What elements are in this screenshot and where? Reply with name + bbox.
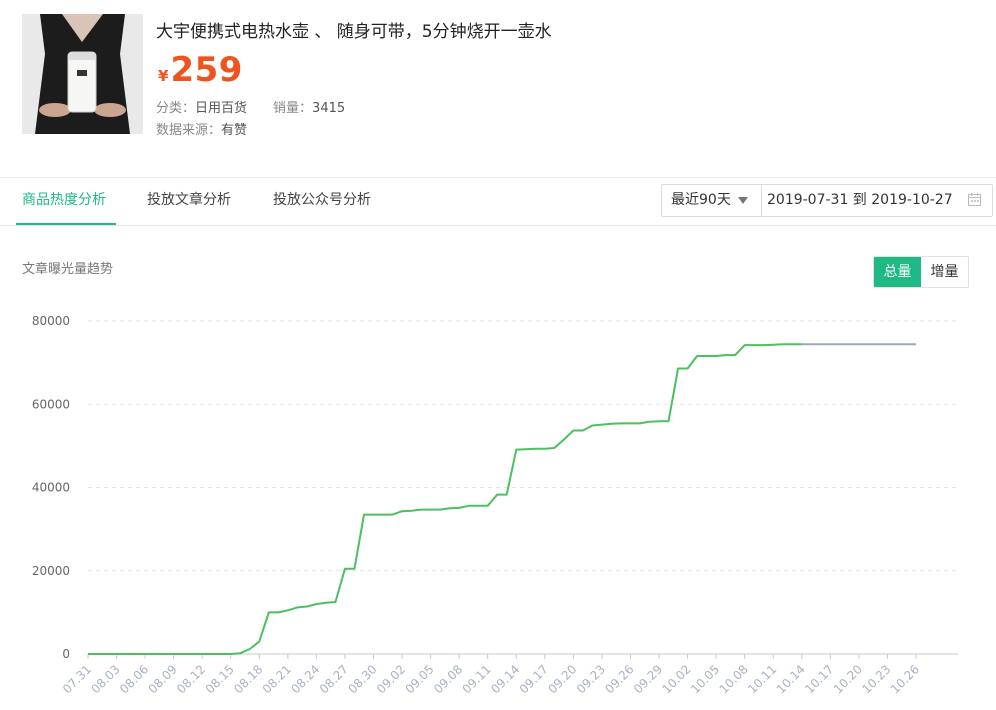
x-tick-label: 09.02 bbox=[374, 662, 408, 696]
calendar-icon[interactable] bbox=[968, 193, 981, 206]
currency-symbol: ¥ bbox=[158, 67, 169, 85]
tab-account-analysis[interactable]: 投放公众号分析 bbox=[273, 178, 371, 224]
source-value: 有赞 bbox=[221, 123, 248, 138]
x-tick-label: 08.09 bbox=[146, 662, 180, 696]
product-meta-line-1: 分类：日用百货 销量：3415 bbox=[156, 97, 345, 116]
sales-label: 销量： bbox=[273, 101, 313, 116]
x-tick-label: 10.11 bbox=[745, 662, 779, 696]
x-tick-label: 08.21 bbox=[260, 662, 294, 696]
y-tick-label: 60000 bbox=[32, 397, 70, 411]
sales-value: 3415 bbox=[312, 101, 346, 116]
category-value: 日用百货 bbox=[195, 101, 248, 116]
kettle-photo-icon bbox=[22, 14, 143, 134]
range-preset-select[interactable]: 最近90天 bbox=[662, 185, 762, 216]
tab-product-heat[interactable]: 商品热度分析 bbox=[16, 178, 116, 225]
x-tick-label: 10.20 bbox=[831, 662, 865, 696]
date-range-picker: 最近90天 2019-07-31 到 2019-10-27 bbox=[661, 184, 993, 217]
date-range-input[interactable]: 2019-07-31 到 2019-10-27 bbox=[767, 185, 953, 216]
category-label: 分类： bbox=[156, 101, 196, 116]
y-tick-label: 40000 bbox=[32, 481, 70, 495]
y-tick-label: 20000 bbox=[32, 564, 70, 578]
x-tick-label: 10.02 bbox=[659, 662, 693, 696]
exposure-total-line bbox=[88, 343, 802, 655]
x-tick-label: 09.08 bbox=[431, 662, 465, 696]
x-tick-label: 09.20 bbox=[545, 662, 579, 696]
x-tick-label: 10.17 bbox=[802, 662, 836, 696]
x-tick-label: 08.27 bbox=[317, 662, 351, 696]
range-preset-value: 最近90天 bbox=[671, 192, 731, 208]
x-tick-label: 09.17 bbox=[517, 662, 551, 696]
x-tick-label: 09.23 bbox=[574, 662, 608, 696]
source-label: 数据来源： bbox=[156, 123, 222, 138]
x-tick-label: 10.05 bbox=[688, 662, 722, 696]
y-tick-label: 80000 bbox=[32, 314, 70, 328]
x-tick-label: 08.15 bbox=[203, 662, 237, 696]
exposure-trend-chart: 020000400006000080000 07.3108.0308.0608.… bbox=[32, 314, 958, 696]
caret-down-icon bbox=[738, 197, 748, 204]
total-increment-toggle: 总量 增量 bbox=[873, 256, 969, 288]
product-price: ¥259 bbox=[158, 50, 243, 90]
x-tick-label: 09.26 bbox=[602, 662, 636, 696]
x-tick-label: 10.23 bbox=[859, 662, 893, 696]
x-tick-label: 08.18 bbox=[231, 662, 265, 696]
x-tick-label: 10.26 bbox=[888, 662, 922, 696]
y-tick-label: 0 bbox=[62, 647, 70, 661]
x-tick-label: 07.31 bbox=[60, 662, 94, 696]
product-title[interactable]: 大宇便携式电热水壶 、 随身可带，5分钟烧开一壶水 bbox=[156, 17, 552, 42]
price-value: 259 bbox=[170, 50, 243, 90]
x-tick-label: 09.29 bbox=[631, 662, 665, 696]
chart-section-title: 文章曝光量趋势 bbox=[22, 262, 114, 277]
x-tick-label: 09.14 bbox=[488, 662, 522, 696]
x-tick-label: 08.03 bbox=[88, 662, 122, 696]
x-tick-label: 10.14 bbox=[774, 662, 808, 696]
product-header: 大宇便携式电热水壶 、 随身可带，5分钟烧开一壶水 ¥259 分类：日用百货 销量… bbox=[22, 14, 982, 139]
x-tick-label: 08.06 bbox=[117, 662, 151, 696]
total-button[interactable]: 总量 bbox=[874, 257, 921, 287]
x-tick-label: 08.12 bbox=[174, 662, 208, 696]
x-tick-label: 09.11 bbox=[460, 662, 494, 696]
tab-article-analysis[interactable]: 投放文章分析 bbox=[147, 178, 231, 224]
x-tick-label: 10.08 bbox=[717, 662, 751, 696]
x-tick-label: 08.30 bbox=[345, 662, 379, 696]
x-tick-label: 08.24 bbox=[288, 662, 322, 696]
x-tick-label: 09.05 bbox=[403, 662, 437, 696]
product-meta-line-2: 数据来源：有赞 bbox=[156, 119, 247, 138]
increment-button[interactable]: 增量 bbox=[921, 257, 968, 287]
product-image[interactable] bbox=[22, 14, 143, 134]
